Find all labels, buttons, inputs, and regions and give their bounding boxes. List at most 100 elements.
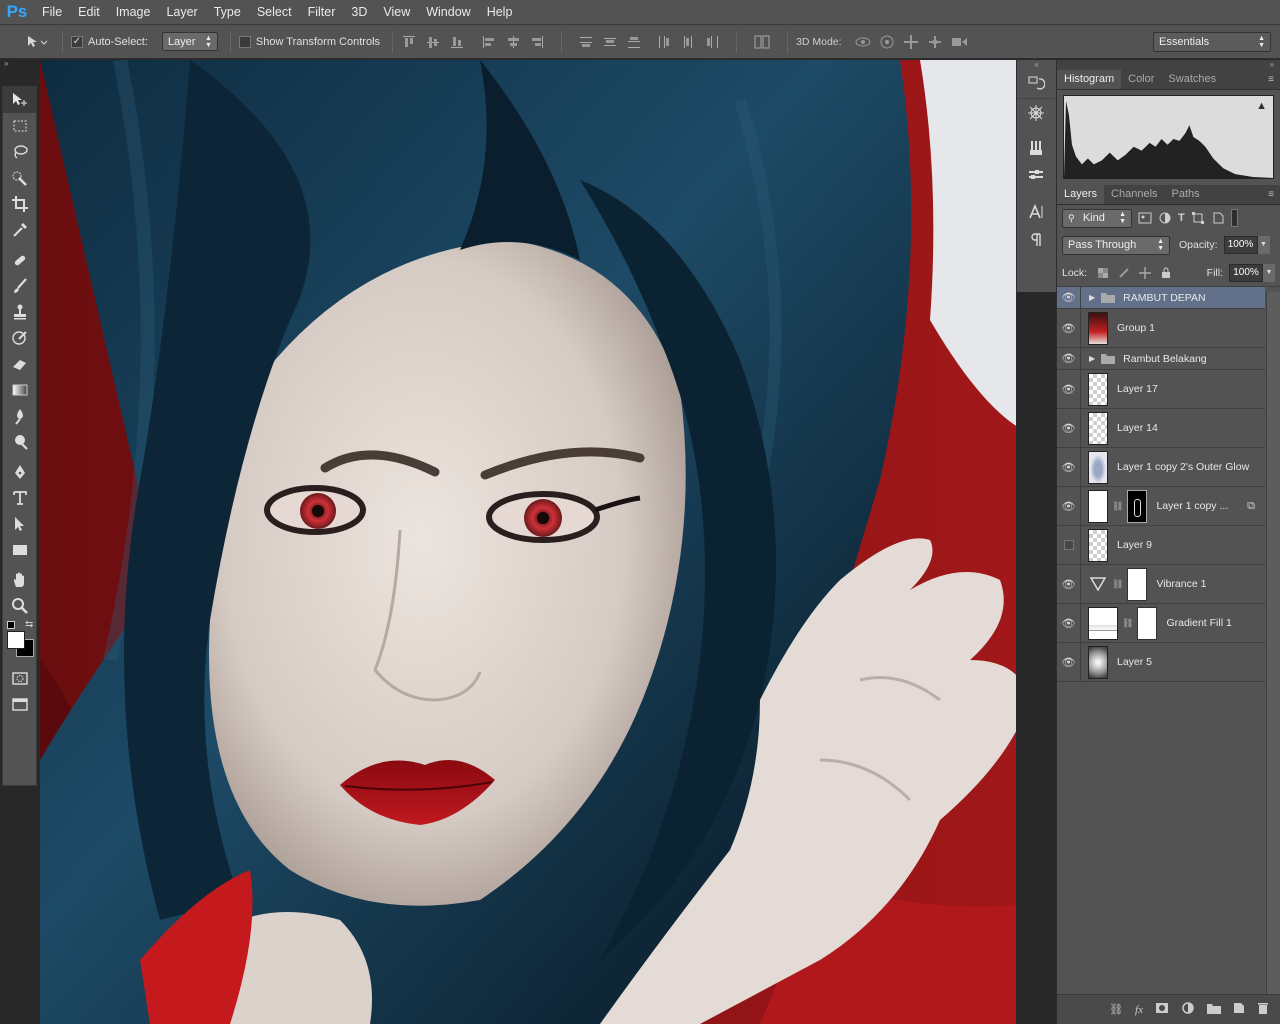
layer-row[interactable]: 👁 ⛓ Vibrance 1 xyxy=(1057,565,1265,604)
lock-transparent-icon[interactable] xyxy=(1097,267,1109,279)
tab-channels[interactable]: Channels xyxy=(1104,185,1164,204)
brush-tool[interactable] xyxy=(3,273,36,299)
eye-icon[interactable]: 👁 xyxy=(1057,348,1081,369)
eyedropper-tool[interactable] xyxy=(3,217,36,243)
distribute-hcenter-icon[interactable] xyxy=(680,34,696,50)
workspace-dropdown[interactable]: Essentials ▲ ▼ xyxy=(1153,32,1271,52)
lock-pixels-icon[interactable] xyxy=(1118,267,1130,279)
3d-orbit-icon[interactable] xyxy=(854,34,872,50)
gradient-tool[interactable] xyxy=(3,377,36,403)
layer-row[interactable]: 👁 Layer 1 copy 2's Outer Glow xyxy=(1057,448,1265,487)
eye-icon[interactable]: 👁 xyxy=(1057,565,1081,603)
distribute-top-icon[interactable] xyxy=(578,34,594,50)
3d-slide-icon[interactable] xyxy=(926,34,944,50)
swap-colors-icon[interactable]: ⇆ xyxy=(25,619,33,630)
layer-row[interactable]: 👁 ▶ RAMBUT DEPAN xyxy=(1057,287,1265,309)
eye-icon[interactable]: 👁 xyxy=(1057,487,1081,525)
auto-select-dropdown[interactable]: Layer ▲ ▼ xyxy=(161,32,218,51)
layer-row[interactable]: 👁 Layer 17 xyxy=(1057,370,1265,409)
path-selection-tool[interactable] xyxy=(3,511,36,537)
tab-paths[interactable]: Paths xyxy=(1165,185,1207,204)
layer-mask-thumbnail[interactable] xyxy=(1137,606,1158,640)
tab-layers[interactable]: Layers xyxy=(1057,185,1105,204)
history-panel-icon[interactable] xyxy=(1017,70,1055,98)
menu-type[interactable]: Type xyxy=(206,0,249,25)
3d-scale-icon[interactable] xyxy=(950,34,968,50)
blur-tool[interactable] xyxy=(3,403,36,429)
opacity-input[interactable]: 100% xyxy=(1223,236,1258,254)
adjustment-layer-icon[interactable] xyxy=(1181,1001,1195,1018)
zoom-tool[interactable] xyxy=(3,593,36,619)
filter-toggle[interactable] xyxy=(1230,209,1238,227)
distribute-center-icon[interactable] xyxy=(602,34,618,50)
lock-all-icon[interactable] xyxy=(1160,267,1172,279)
eye-icon[interactable]: 👁 xyxy=(1057,604,1081,642)
menu-select[interactable]: Select xyxy=(249,0,300,25)
layer-row[interactable]: 👁 Layer 5 xyxy=(1057,643,1265,682)
rectangle-tool[interactable] xyxy=(3,537,36,563)
layer-row[interactable]: 👁 Group 1 xyxy=(1057,309,1265,348)
menu-file[interactable]: File xyxy=(34,0,70,25)
move-tool-preset-icon[interactable] xyxy=(20,34,54,50)
layer-row[interactable]: 👁 ⛓ Layer 1 copy ... ⧉ xyxy=(1057,487,1265,526)
move-tool[interactable] xyxy=(3,87,36,113)
eye-icon[interactable]: 👁 xyxy=(1057,287,1081,308)
eye-icon[interactable]: 👁 xyxy=(1057,448,1081,486)
rectangular-marquee-tool[interactable] xyxy=(3,113,36,139)
screen-mode-icon[interactable] xyxy=(3,691,36,717)
character-panel-icon[interactable] xyxy=(1017,198,1055,226)
hand-tool[interactable] xyxy=(3,567,36,593)
collapse-panels-icon[interactable]: » xyxy=(1057,60,1280,70)
lasso-tool[interactable] xyxy=(3,139,36,165)
filter-kind-dropdown[interactable]: ⚲ Kind ▲ ▼ xyxy=(1062,208,1132,228)
opacity-dropdown-icon[interactable]: ▼ xyxy=(1257,236,1270,254)
3d-roll-icon[interactable] xyxy=(878,34,896,50)
histogram-warning-icon[interactable]: ▲ xyxy=(1256,100,1267,112)
menu-filter[interactable]: Filter xyxy=(300,0,344,25)
auto-align-icon[interactable] xyxy=(753,34,771,50)
eye-icon[interactable]: 👁 xyxy=(1057,370,1081,408)
layer-row[interactable]: 👁 ⛓ Gradient Fill 1 xyxy=(1057,604,1265,643)
eraser-tool[interactable] xyxy=(3,351,36,377)
new-group-icon[interactable] xyxy=(1207,1003,1221,1017)
distribute-bottom-icon[interactable] xyxy=(626,34,642,50)
menu-3d[interactable]: 3D xyxy=(343,0,375,25)
eye-hidden-box[interactable] xyxy=(1057,526,1081,564)
menu-window[interactable]: Window xyxy=(418,0,478,25)
menu-edit[interactable]: Edit xyxy=(70,0,108,25)
default-colors-icon[interactable] xyxy=(7,621,15,629)
filter-smart-object-icon[interactable] xyxy=(1211,211,1225,225)
eye-icon[interactable]: 👁 xyxy=(1057,309,1081,347)
quick-mask-icon[interactable] xyxy=(3,665,36,691)
layer-mask-thumbnail[interactable] xyxy=(1127,489,1148,523)
align-right-icon[interactable] xyxy=(529,34,545,50)
align-bottom-icon[interactable] xyxy=(449,34,465,50)
blend-mode-dropdown[interactable]: Pass Through ▲ ▼ xyxy=(1062,235,1170,255)
history-brush-tool[interactable] xyxy=(3,325,36,351)
layers-scrollbar[interactable] xyxy=(1266,292,1280,994)
type-tool[interactable] xyxy=(3,485,36,511)
filter-shape-icon[interactable] xyxy=(1191,211,1205,225)
menu-layer[interactable]: Layer xyxy=(158,0,205,25)
fill-dropdown-icon[interactable]: ▼ xyxy=(1263,263,1275,282)
fill-input[interactable]: 100% xyxy=(1229,263,1263,282)
document-canvas[interactable] xyxy=(40,60,1016,1024)
clone-stamp-tool[interactable] xyxy=(3,299,36,325)
collapse-toolbar-icon[interactable]: » xyxy=(0,60,40,68)
dodge-tool[interactable] xyxy=(3,429,36,455)
paragraph-panel-icon[interactable] xyxy=(1017,226,1055,254)
distribute-left-icon[interactable] xyxy=(656,34,672,50)
expand-triangle-icon[interactable]: ▶ xyxy=(1089,293,1095,302)
foreground-color-swatch[interactable] xyxy=(7,631,25,649)
3d-drag-icon[interactable] xyxy=(902,34,920,50)
menu-help[interactable]: Help xyxy=(479,0,521,25)
navigator-panel-icon[interactable] xyxy=(1017,98,1055,126)
filter-adjustment-icon[interactable] xyxy=(1158,211,1172,225)
eye-icon[interactable]: 👁 xyxy=(1057,409,1081,447)
pen-tool[interactable] xyxy=(3,459,36,485)
filter-type-icon[interactable]: T xyxy=(1178,212,1185,224)
menu-view[interactable]: View xyxy=(375,0,418,25)
add-mask-icon[interactable] xyxy=(1155,1002,1169,1017)
adjustments-panel-icon[interactable] xyxy=(1017,162,1055,190)
align-left-icon[interactable] xyxy=(481,34,497,50)
